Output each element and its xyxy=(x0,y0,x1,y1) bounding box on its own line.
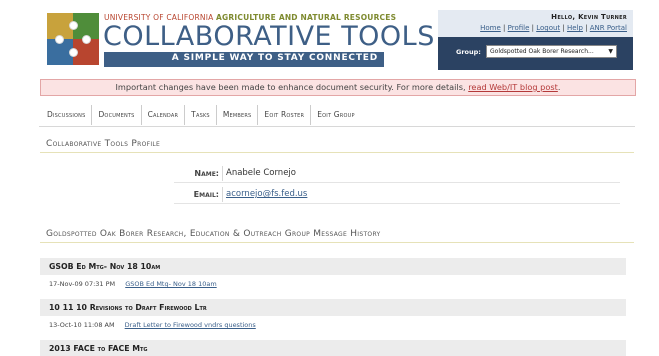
message-thread-title: 10 11 10 Revisions to Draft Firewood Ltr xyxy=(49,303,207,312)
help-link[interactable]: Help xyxy=(567,24,583,32)
message-thread-header[interactable]: 10 11 10 Revisions to Draft Firewood Ltr xyxy=(40,299,626,316)
group-label: Group: xyxy=(456,48,481,56)
tab-edit-group[interactable]: Eoit Group xyxy=(311,105,360,125)
anr-portal-link[interactable]: ANR Portal xyxy=(590,24,627,32)
message-date: 13-Oct-10 11:08 AM xyxy=(49,321,115,329)
tagline: A SIMPLE WAY TO STAY CONNECTED xyxy=(171,53,378,63)
home-link[interactable]: Home xyxy=(480,24,501,32)
history-section-rule xyxy=(40,242,634,243)
name-value: Anabele Cornejo xyxy=(226,168,296,178)
group-tabs: Discussions Documents Calendar Tasks Mem… xyxy=(41,105,361,125)
message-thread-header[interactable]: 2013 FACE to FACE Mtg xyxy=(40,340,626,356)
user-panel: Hello, Kevin Turner Home | Profile | Log… xyxy=(438,10,633,70)
tab-tasks[interactable]: Tasks xyxy=(185,105,217,125)
alert-text: Important changes have been made to enha… xyxy=(115,82,469,92)
logout-link[interactable]: Logout xyxy=(536,24,560,32)
profile-link[interactable]: Profile xyxy=(508,24,530,32)
email-label: Email: xyxy=(193,190,219,199)
tabs-divider xyxy=(39,126,635,127)
message-row: 13-Oct-10 11:08 AM Draft Letter to Firew… xyxy=(49,321,256,329)
group-select[interactable]: Goldspotted Oak Borer Research... ▼ xyxy=(486,45,617,58)
message-link[interactable]: GSOB Ed Mtg- Nov 18 10am xyxy=(125,280,216,288)
collaborative-tools-logo-icon[interactable] xyxy=(47,13,99,65)
brand-title[interactable]: COLLABORATIVE TOOLS xyxy=(103,21,435,52)
profile-email-row: Email: acornejo@fs.fed.us xyxy=(174,185,620,204)
collaborative-tools-page: UNIVERSITY OF CALIFORNIA AGRICULTURE AND… xyxy=(0,0,659,356)
profile-section-title: Collaborative Tools Profile xyxy=(46,139,161,149)
user-panel-top: Hello, Kevin Turner Home | Profile | Log… xyxy=(438,10,633,37)
tab-documents[interactable]: Documents xyxy=(92,105,142,125)
message-row: 17-Nov-09 07:31 PM GSOB Ed Mtg- Nov 18 1… xyxy=(49,280,217,288)
history-section-title: Goldspotted Oak Borer Research, Educatio… xyxy=(46,229,381,239)
user-greeting: Hello, Kevin Turner xyxy=(551,13,627,21)
message-thread-title: 2013 FACE to FACE Mtg xyxy=(49,344,148,353)
site-header: UNIVERSITY OF CALIFORNIA AGRICULTURE AND… xyxy=(0,0,659,74)
message-thread-header[interactable]: GSOB Ed Mtg- Nov 18 10am xyxy=(40,258,626,275)
email-link[interactable]: acornejo@fs.fed.us xyxy=(226,185,307,204)
alert-suffix: . xyxy=(557,82,561,92)
group-select-value: Goldspotted Oak Borer Research... xyxy=(490,48,594,55)
message-date: 17-Nov-09 07:31 PM xyxy=(49,280,116,288)
user-links: Home | Profile | Logout | Help | ANR Por… xyxy=(480,24,627,32)
name-label: Name: xyxy=(194,169,219,178)
chevron-down-icon: ▼ xyxy=(608,48,613,55)
tab-edit-roster[interactable]: Eoit Roster xyxy=(258,105,312,125)
tagline-bar: A SIMPLE WAY TO STAY CONNECTED xyxy=(104,52,384,67)
security-alert: Important changes have been made to enha… xyxy=(40,79,636,96)
profile-name-row: Name: Anabele Cornejo xyxy=(174,164,620,183)
blog-post-link[interactable]: read Web/IT blog post xyxy=(468,82,558,92)
tab-discussions[interactable]: Discussions xyxy=(41,105,93,125)
message-thread-title: GSOB Ed Mtg- Nov 18 10am xyxy=(49,262,161,271)
profile-section-rule xyxy=(40,152,634,153)
tab-calendar[interactable]: Calendar xyxy=(142,105,186,125)
message-link[interactable]: Draft Letter to Firewood vndrs questions xyxy=(125,321,256,329)
tab-members[interactable]: Members xyxy=(217,105,259,125)
